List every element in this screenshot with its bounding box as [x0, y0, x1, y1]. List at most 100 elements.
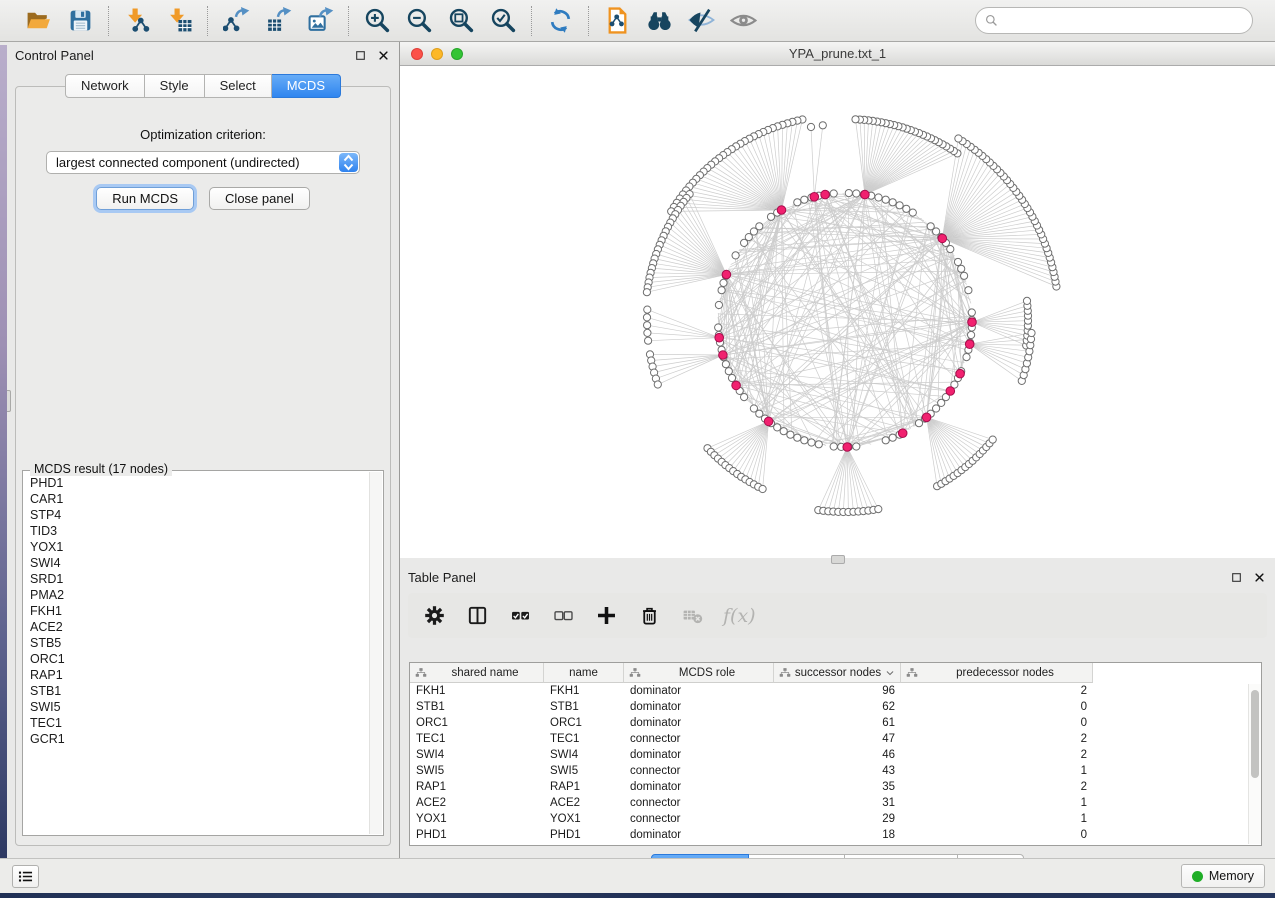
show-graphics-details-icon: [730, 7, 757, 34]
column-header-MCDS-role[interactable]: MCDS role: [624, 663, 774, 683]
table-row[interactable]: SWI4SWI4dominator462: [410, 747, 1261, 763]
column-header-predecessor-nodes[interactable]: predecessor nodes: [901, 663, 1093, 683]
search-box[interactable]: [975, 7, 1253, 34]
mcds-result-item[interactable]: PHD1: [30, 475, 369, 491]
column-header-successor-nodes[interactable]: successor nodes: [774, 663, 901, 683]
add-icon: [596, 605, 617, 626]
control-panel: Control Panel NetworkStyleSelectMCDS Opt…: [7, 42, 400, 858]
save-session-button[interactable]: [64, 5, 96, 37]
table-row[interactable]: ORC1ORC1dominator610: [410, 715, 1261, 731]
function-builder-button[interactable]: f(x): [723, 605, 756, 627]
export-network-button[interactable]: [220, 5, 252, 37]
deselect-all-button[interactable]: [551, 604, 575, 628]
mcds-result-item[interactable]: STP4: [30, 507, 369, 523]
table-row[interactable]: PHD1PHD1dominator180: [410, 827, 1261, 843]
minimize-window-icon[interactable]: [431, 48, 443, 60]
tab-mcds[interactable]: MCDS: [272, 74, 341, 98]
export-network-icon: [223, 7, 250, 34]
network-from-selection-button[interactable]: [601, 5, 633, 37]
mcds-result-item[interactable]: YOX1: [30, 539, 369, 555]
network-from-selection-icon: [604, 7, 631, 34]
mcds-result-item[interactable]: TEC1: [30, 715, 369, 731]
zoom-out-button[interactable]: [403, 5, 435, 37]
mcds-result-item[interactable]: TID3: [30, 523, 369, 539]
column-header-name[interactable]: name: [544, 663, 624, 683]
mcds-result-item[interactable]: PMA2: [30, 587, 369, 603]
task-history-button[interactable]: [12, 865, 39, 888]
table-row[interactable]: SWI5SWI5connector431: [410, 763, 1261, 779]
select-all-button[interactable]: [508, 604, 532, 628]
show-graphics-details-button[interactable]: [727, 5, 759, 37]
table-panel-close-button[interactable]: [1252, 570, 1267, 585]
horizontal-splitter-grip[interactable]: [831, 555, 845, 564]
table-cell: 1: [901, 813, 1093, 825]
mcds-result-item[interactable]: STB5: [30, 635, 369, 651]
table-scrollbar-thumb[interactable]: [1251, 690, 1259, 778]
zoom-in-button[interactable]: [361, 5, 393, 37]
table-panel-float-button[interactable]: [1229, 570, 1244, 585]
mcds-result-item[interactable]: SWI5: [30, 699, 369, 715]
tab-select[interactable]: Select: [205, 74, 272, 98]
toolbar-group: [109, 5, 207, 37]
tab-style[interactable]: Style: [145, 74, 205, 98]
delete-button[interactable]: [637, 604, 661, 628]
table-row[interactable]: ACE2ACE2connector311: [410, 795, 1261, 811]
search-icon: [984, 13, 999, 28]
mcds-result-item[interactable]: SRD1: [30, 571, 369, 587]
table-cell: SWI4: [410, 749, 544, 761]
mcds-result-item[interactable]: STB1: [30, 683, 369, 699]
table-cell: dominator: [624, 749, 774, 761]
tab-network[interactable]: Network: [65, 74, 145, 98]
network-graph[interactable]: [400, 66, 1275, 558]
add-button[interactable]: [594, 604, 618, 628]
zoom-fit-icon: [448, 7, 475, 34]
close-panel-button[interactable]: Close panel: [209, 187, 310, 210]
export-image-button[interactable]: [304, 5, 336, 37]
ring-nodes[interactable]: [715, 190, 976, 451]
mcds-result-item[interactable]: ACE2: [30, 619, 369, 635]
control-panel-title: Control Panel: [15, 48, 94, 63]
zoom-in-icon: [364, 7, 391, 34]
table-row[interactable]: RAP1RAP1dominator352: [410, 779, 1261, 795]
toolbar-group: [349, 5, 531, 37]
mcds-result-item[interactable]: RAP1: [30, 667, 369, 683]
mcds-result-item[interactable]: FKH1: [30, 603, 369, 619]
table-row[interactable]: FKH1FKH1dominator962: [410, 683, 1261, 699]
memory-button[interactable]: Memory: [1181, 864, 1265, 888]
import-network-button[interactable]: [121, 5, 153, 37]
refresh-button[interactable]: [544, 5, 576, 37]
zoom-selected-button[interactable]: [487, 5, 519, 37]
mcds-result-item[interactable]: ORC1: [30, 651, 369, 667]
mcds-result-item[interactable]: CAR1: [30, 491, 369, 507]
search-binoculars-button[interactable]: [643, 5, 675, 37]
mcds-result-item[interactable]: GCR1: [30, 731, 369, 747]
table-row[interactable]: TEC1TEC1connector472: [410, 731, 1261, 747]
run-mcds-button[interactable]: Run MCDS: [96, 187, 194, 210]
table-cell: connector: [624, 813, 774, 825]
mcds-result-scrollbar[interactable]: [369, 472, 382, 834]
optimization-criterion-label: Optimization criterion:: [16, 127, 390, 142]
close-window-icon[interactable]: [411, 48, 423, 60]
column-header-shared-name[interactable]: shared name: [410, 663, 544, 683]
table-scrollbar[interactable]: [1248, 684, 1261, 844]
toggle-visibility-button[interactable]: [685, 5, 717, 37]
search-input[interactable]: [999, 11, 1244, 31]
import-table-button[interactable]: [163, 5, 195, 37]
table-cell: connector: [624, 765, 774, 777]
maximize-window-icon[interactable]: [451, 48, 463, 60]
delete-table-button[interactable]: [680, 604, 704, 628]
columns-button[interactable]: [465, 604, 489, 628]
optimization-criterion-select[interactable]: largest connected component (undirected): [46, 151, 360, 174]
gear-icon: [424, 605, 445, 626]
mcds-result-item[interactable]: SWI4: [30, 555, 369, 571]
gear-button[interactable]: [422, 604, 446, 628]
open-folder-button[interactable]: [22, 5, 54, 37]
control-panel-close-button[interactable]: [376, 48, 391, 63]
export-table-button[interactable]: [262, 5, 294, 37]
table-row[interactable]: YOX1YOX1connector291: [410, 811, 1261, 827]
zoom-fit-button[interactable]: [445, 5, 477, 37]
network-canvas[interactable]: [400, 66, 1275, 558]
mcds-result-list[interactable]: PHD1CAR1STP4TID3YOX1SWI4SRD1PMA2FKH1ACE2…: [24, 472, 369, 834]
table-row[interactable]: STB1STB1dominator620: [410, 699, 1261, 715]
control-panel-float-button[interactable]: [353, 48, 368, 63]
